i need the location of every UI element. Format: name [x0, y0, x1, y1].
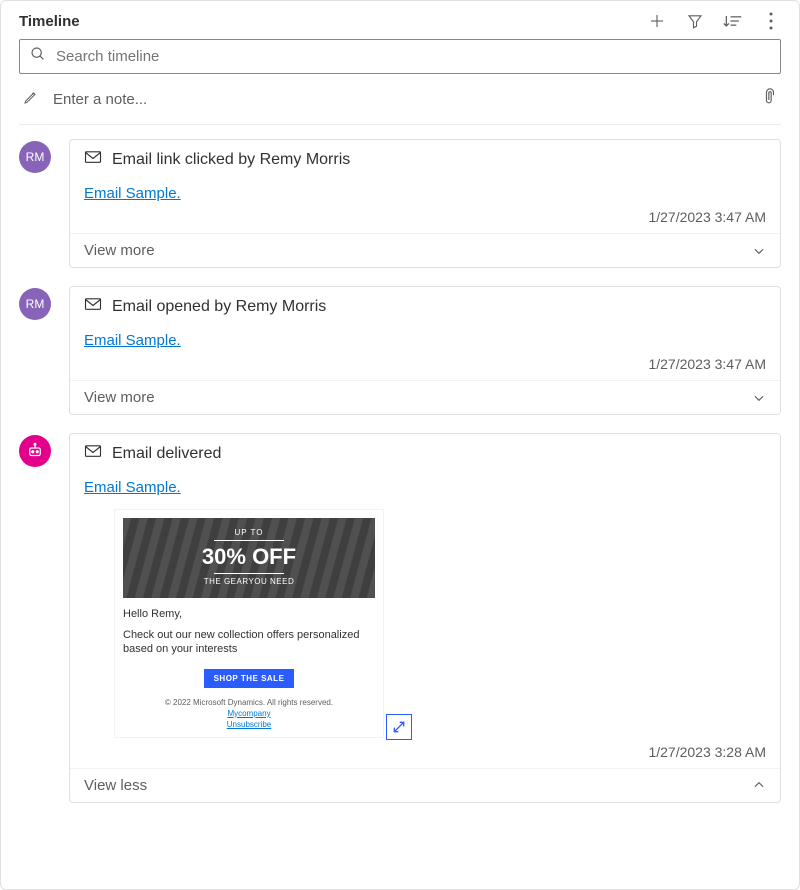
avatar: RM	[19, 288, 51, 320]
add-icon[interactable]	[647, 11, 667, 31]
search-icon	[30, 46, 46, 67]
email-copyright: © 2022 Microsoft Dynamics. All rights re…	[123, 698, 375, 707]
timeline-card: Email link clicked by Remy Morris Email …	[69, 139, 781, 268]
mail-icon	[84, 150, 102, 169]
filter-icon[interactable]	[685, 11, 705, 31]
email-sample-link[interactable]: Email Sample.	[84, 332, 181, 349]
attachment-icon[interactable]	[763, 88, 777, 110]
mail-icon	[84, 297, 102, 316]
view-toggle-label: View less	[84, 777, 147, 794]
promo-off: 30% OFF	[131, 544, 367, 570]
timestamp: 1/27/2023 3:47 AM	[84, 209, 766, 225]
promo-banner: UP TO 30% OFF THE GEARYOU NEED	[123, 518, 375, 598]
view-toggle-label: View more	[84, 389, 155, 406]
email-preview: UP TO 30% OFF THE GEARYOU NEED Hello Rem…	[114, 509, 384, 738]
page-title: Timeline	[19, 13, 80, 30]
shop-sale-button[interactable]: SHOP THE SALE	[204, 669, 295, 688]
view-toggle-label: View more	[84, 242, 155, 259]
timestamp: 1/27/2023 3:47 AM	[84, 356, 766, 372]
card-title: Email opened by Remy Morris	[112, 298, 326, 316]
sort-icon[interactable]	[723, 11, 743, 31]
chevron-down-icon	[752, 391, 766, 405]
mail-icon	[84, 444, 102, 463]
bot-avatar	[19, 435, 51, 467]
email-body: Check out our new collection offers pers…	[123, 628, 375, 657]
email-sample-link[interactable]: Email Sample.	[84, 185, 181, 202]
card-title: Email delivered	[112, 445, 221, 463]
search-box[interactable]	[19, 39, 781, 74]
timestamp: 1/27/2023 3:28 AM	[84, 744, 766, 760]
chevron-up-icon	[752, 778, 766, 792]
email-sample-link[interactable]: Email Sample.	[84, 479, 181, 496]
avatar: RM	[19, 141, 51, 173]
company-link[interactable]: Mycompany	[123, 709, 375, 718]
chevron-down-icon	[752, 244, 766, 258]
card-title: Email link clicked by Remy Morris	[112, 151, 350, 169]
promo-sub: THE GEARYOU NEED	[131, 577, 367, 586]
expand-icon[interactable]	[386, 714, 412, 740]
email-greeting: Hello Remy,	[123, 608, 375, 620]
more-icon[interactable]	[761, 11, 781, 31]
view-more-toggle[interactable]: View more	[70, 233, 780, 267]
timeline-card: Email opened by Remy Morris Email Sample…	[69, 286, 781, 415]
pencil-icon	[23, 89, 39, 109]
search-input[interactable]	[54, 47, 770, 66]
view-less-toggle[interactable]: View less	[70, 768, 780, 802]
unsubscribe-link[interactable]: Unsubscribe	[123, 720, 375, 729]
promo-upto: UP TO	[131, 528, 367, 537]
view-more-toggle[interactable]: View more	[70, 380, 780, 414]
timeline-entry: RM Email opened by Remy Morris Email Sam…	[19, 286, 781, 415]
timeline-entry: RM Email link clicked by Remy Morris Ema…	[19, 139, 781, 268]
note-input[interactable]: Enter a note...	[53, 91, 749, 108]
timeline-entry: Email delivered Email Sample. UP TO 30% …	[19, 433, 781, 803]
timeline-card: Email delivered Email Sample. UP TO 30% …	[69, 433, 781, 803]
